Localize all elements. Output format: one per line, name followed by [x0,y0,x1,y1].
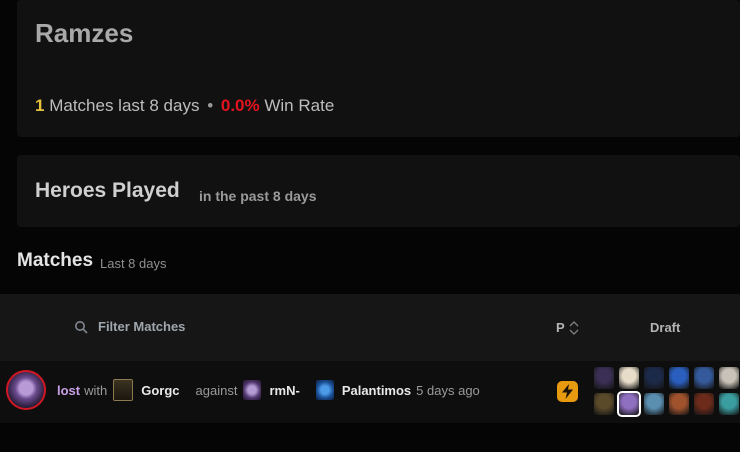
player-name[interactable]: Ramzes [35,18,133,49]
search-icon [75,320,88,334]
draft-hero-icon [719,393,739,415]
draft-hero-icon [669,367,689,389]
draft-hero-icon [619,367,639,389]
heroes-played-title: Heroes Played [35,179,180,202]
draft-grid [594,367,739,417]
draft-hero-icon [719,367,739,389]
sort-icon [569,320,579,335]
with-word: with [84,382,108,398]
heroes-played-subtitle: in the past 8 days [199,188,317,204]
opponent-player-link[interactable]: Palantimos [342,383,411,398]
draft-hero-icon [694,393,714,415]
player-card: Ramzes 1 Matches last 8 days • 0.0% Win … [17,0,740,137]
separator-dot: • [207,96,214,115]
filter-matches-input[interactable]: Filter Matches [74,319,185,334]
match-time: 5 days ago [416,382,480,398]
winrate-value: 0.0% [220,96,260,115]
matches-label: Matches last 8 days [49,96,200,115]
match-count: 1 [35,96,45,115]
column-party-label: P [556,320,565,335]
match-row[interactable]: lost with Gorgc against rmN- Palantimos … [0,361,740,423]
lightning-icon [562,384,573,399]
hero-portrait-icon [6,370,46,410]
draft-hero-icon [644,367,664,389]
draft-hero-icon [644,393,664,415]
draft-hero-icon [594,393,614,415]
column-party-sort[interactable]: P [556,320,579,335]
draft-hero-icon [694,367,714,389]
profile-page: Ramzes 1 Matches last 8 days • 0.0% Win … [0,0,740,452]
matches-subtitle: Last 8 days [100,256,167,271]
against-word: against [195,382,238,398]
draft-hero-icon-selected [617,391,641,417]
match-result: lost [57,382,81,398]
stats-line: 1 Matches last 8 days • 0.0% Win Rate [35,96,334,116]
opponent-player-link[interactable]: rmN- [269,383,299,398]
ally-player-link[interactable]: Gorgc [141,383,179,398]
filter-placeholder: Filter Matches [98,319,186,334]
draft-hero-icon [669,393,689,415]
winrate-label: Win Rate [264,96,335,115]
party-badge [557,381,578,402]
heroes-played-card: Heroes Played in the past 8 days [17,155,740,227]
draft-hero-icon [594,367,614,389]
matches-table-header: Filter Matches P Draft [0,294,740,361]
match-summary: lost with Gorgc against rmN- Palantimos … [57,379,480,401]
ally-hero-icon [113,379,134,401]
opponent-hero-icon [243,380,262,400]
opponent-hero-icon [315,380,334,400]
column-draft-label: Draft [650,320,681,335]
matches-title: Matches [17,250,94,271]
